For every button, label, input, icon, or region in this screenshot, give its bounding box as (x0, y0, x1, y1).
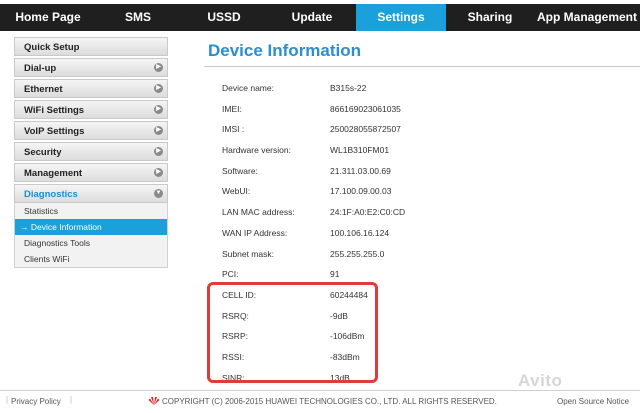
tab-ussd[interactable]: USSD (180, 4, 268, 31)
sidebar-item-quick-setup[interactable]: Quick Setup (14, 37, 168, 56)
sidebar-item-management[interactable]: Management ▶ (14, 163, 168, 182)
chevron-right-icon: ▶ (154, 147, 163, 156)
sidebar-item-label: Diagnostics (24, 189, 78, 200)
sidebar-item-label: Security (24, 147, 62, 158)
avito-watermark: Avito (518, 371, 563, 390)
sidebar-item-label: Ethernet (24, 84, 63, 95)
chevron-right-icon: ▶ (154, 168, 163, 177)
info-row: Hardware version: WL1B310FM01 (222, 140, 622, 161)
sidebar: Quick Setup Dial-up ▶ Ethernet ▶ WiFi Sett… (14, 37, 168, 270)
info-row: WAN IP Address: 100.106.16.124 (222, 223, 622, 244)
info-value: 24:1F:A0:E2:C0:CD (330, 207, 406, 218)
huawei-logo-icon (148, 397, 160, 405)
tab-update[interactable]: Update (268, 4, 356, 31)
info-label: IMEI: (222, 103, 242, 114)
tab-settings[interactable]: Settings (356, 4, 446, 31)
info-row: LAN MAC address: 24:1F:A0:E2:C0:CD (222, 202, 622, 223)
page-title: Device Information (208, 41, 362, 60)
submenu-item-label: Device Information (30, 222, 102, 232)
info-row: Device name: B315s-22 (222, 78, 622, 99)
sidebar-item-label: Quick Setup (24, 42, 80, 53)
info-row: Subnet mask: 255.255.255.0 (222, 244, 622, 265)
info-value: 250028055872507 (330, 124, 401, 135)
submenu-item-statistics[interactable]: Statistics (15, 203, 167, 219)
info-label: Device name: (222, 83, 274, 93)
tab-home-page[interactable]: Home Page (0, 4, 96, 31)
submenu-item-device-information[interactable]: → Device Information (15, 219, 167, 235)
sidebar-item-wifi-settings[interactable]: WiFi Settings ▶ (14, 100, 168, 119)
sidebar-item-dial-up[interactable]: Dial-up ▶ (14, 58, 168, 77)
chevron-right-icon: ▶ (154, 84, 163, 93)
info-label: LAN MAC address: (222, 207, 295, 218)
chevron-right-icon: ▶ (154, 105, 163, 114)
info-label: Software: (222, 165, 258, 176)
sidebar-item-label: Dial-up (24, 63, 57, 74)
sidebar-item-voip-settings[interactable]: VoIP Settings ▶ (14, 121, 168, 140)
top-navigation: Home Page SMS USSD Update Settings Shari… (0, 4, 640, 31)
submenu-item-clients-wifi[interactable]: Clients WiFi (15, 251, 167, 267)
chevron-down-icon: ▼ (154, 189, 163, 198)
info-value: 255.255.255.0 (330, 248, 385, 259)
sidebar-item-security[interactable]: Security ▶ (14, 142, 168, 161)
divider (204, 66, 640, 67)
separator: | (6, 395, 9, 404)
sidebar-item-label: Management (24, 168, 83, 179)
info-value: B315s-22 (330, 83, 367, 93)
info-value: 100.106.16.124 (330, 227, 390, 238)
info-row: Software: 21.311.03.00.69 (222, 161, 622, 182)
sidebar-item-diagnostics[interactable]: Diagnostics ▼ (14, 184, 168, 203)
submenu-item-diagnostics-tools[interactable]: Diagnostics Tools (15, 235, 167, 251)
info-value: WL1B310FM01 (330, 145, 390, 156)
info-value: 17.100.09.00.03 (330, 186, 392, 197)
tab-app-management[interactable]: App Management (534, 4, 640, 31)
info-value: 866169023061035 (330, 103, 401, 114)
info-row: WebUI: 17.100.09.00.03 (222, 181, 622, 202)
diagnostics-submenu: Statistics → Device Information Diagnost… (14, 203, 168, 268)
chevron-right-icon: ▶ (154, 63, 163, 72)
info-label: Subnet mask: (222, 248, 274, 259)
info-label: IMSI : (222, 124, 245, 135)
info-value: 21.311.03.00.69 (330, 165, 391, 176)
info-label: WebUI: (222, 186, 251, 197)
tab-sharing[interactable]: Sharing (446, 4, 534, 31)
info-label: Hardware version: (222, 145, 291, 156)
chevron-right-icon: ▶ (154, 126, 163, 135)
tab-sms[interactable]: SMS (96, 4, 180, 31)
signal-highlight-box (207, 282, 378, 383)
info-row: IMSI : 250028055872507 (222, 119, 622, 140)
info-label: WAN IP Address: (222, 227, 288, 238)
footer: | Privacy Policy | COPYRIGHT (C) 2006-20… (0, 394, 640, 410)
open-source-notice-link[interactable]: Open Source Notice (557, 397, 629, 406)
sidebar-item-label: VoIP Settings (24, 126, 85, 137)
sidebar-item-ethernet[interactable]: Ethernet ▶ (14, 79, 168, 98)
copyright-text: COPYRIGHT (C) 2006-2015 HUAWEI TECHNOLOG… (162, 397, 497, 406)
separator: | (70, 395, 73, 404)
privacy-policy-link[interactable]: Privacy Policy (11, 397, 61, 406)
sidebar-item-label: WiFi Settings (24, 105, 85, 116)
info-row: IMEI: 866169023061035 (222, 99, 622, 120)
